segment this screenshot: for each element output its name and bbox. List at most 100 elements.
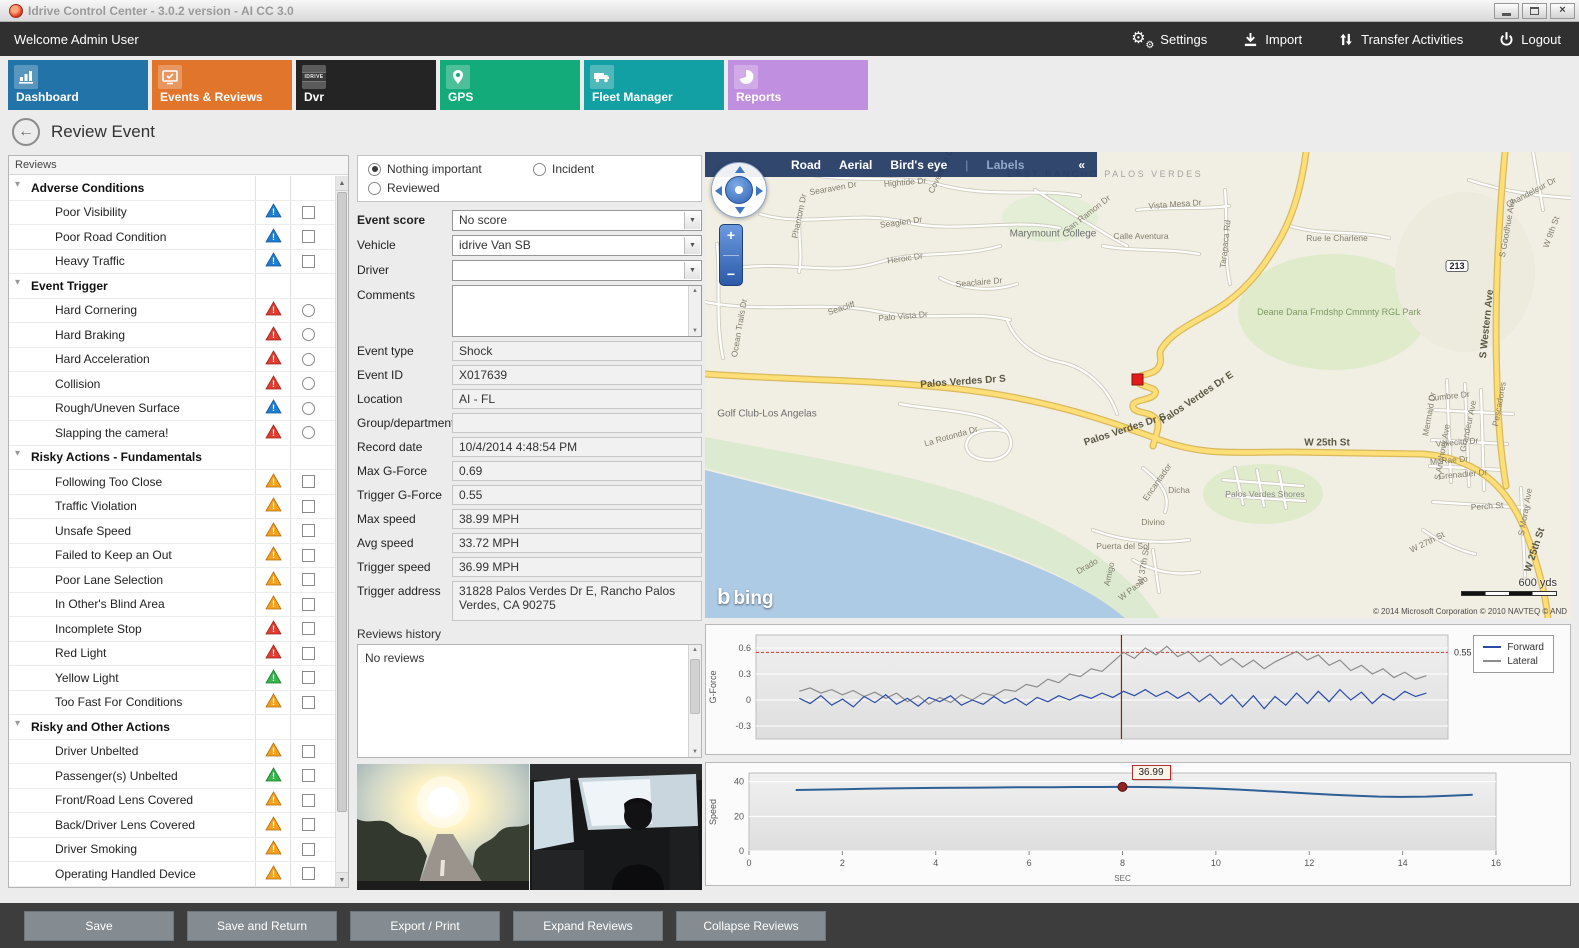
review-radio[interactable] bbox=[302, 328, 315, 341]
minimize-button[interactable] bbox=[1494, 3, 1519, 19]
review-item-rough-uneven-surface[interactable]: Rough/Uneven Surface! bbox=[9, 397, 335, 422]
save-and-return-button[interactable]: Save and Return bbox=[187, 911, 337, 941]
export-print-button[interactable]: Export / Print bbox=[350, 911, 500, 941]
driver-select[interactable]: ▼ bbox=[452, 260, 702, 281]
review-checkbox[interactable] bbox=[302, 696, 315, 709]
review-checkbox[interactable] bbox=[302, 867, 315, 880]
review-radio[interactable] bbox=[302, 377, 315, 390]
driver-camera-thumbnail[interactable] bbox=[530, 764, 702, 890]
review-item-driver-smoking[interactable]: Driver Smoking! bbox=[9, 838, 335, 863]
tab-reports[interactable]: Reports bbox=[728, 60, 868, 110]
review-checkbox[interactable] bbox=[302, 769, 315, 782]
scroll-down-icon[interactable]: ▼ bbox=[336, 872, 348, 887]
tab-gps[interactable]: GPS bbox=[440, 60, 580, 110]
chevron-down-icon[interactable]: ▼ bbox=[684, 212, 700, 229]
review-group-risky-and-other-actions[interactable]: ▾Risky and Other Actions bbox=[9, 715, 335, 740]
tab-fleet-manager[interactable]: Fleet Manager bbox=[584, 60, 724, 110]
map-view-aerial[interactable]: Aerial bbox=[839, 158, 872, 172]
pan-down-icon[interactable] bbox=[735, 207, 745, 214]
review-item-poor-road-condition[interactable]: Poor Road Condition! bbox=[9, 225, 335, 250]
event-location-marker[interactable] bbox=[1132, 374, 1143, 385]
reviews-scrollbar[interactable]: ▲ ▼ bbox=[335, 176, 348, 887]
pan-right-icon[interactable] bbox=[756, 186, 763, 196]
review-checkbox[interactable] bbox=[302, 647, 315, 660]
chevron-down-icon[interactable]: ▼ bbox=[684, 237, 700, 254]
review-checkbox[interactable] bbox=[302, 598, 315, 611]
review-item-red-light[interactable]: Red Light! bbox=[9, 642, 335, 667]
review-checkbox[interactable] bbox=[302, 500, 315, 513]
review-item-poor-visibility[interactable]: Poor Visibility! bbox=[9, 201, 335, 226]
scroll-up-icon[interactable]: ▲ bbox=[692, 647, 698, 653]
collapse-reviews-button[interactable]: Collapse Reviews bbox=[676, 911, 826, 941]
review-checkbox[interactable] bbox=[302, 745, 315, 758]
back-button[interactable]: ← bbox=[12, 118, 40, 146]
tab-events-reviews[interactable]: Events & Reviews bbox=[152, 60, 292, 110]
scrollbar[interactable]: ▲▼ bbox=[688, 286, 701, 336]
review-checkbox[interactable] bbox=[302, 818, 315, 831]
review-item-hard-cornering[interactable]: Hard Cornering! bbox=[9, 299, 335, 324]
review-group-risky-actions-fundamentals[interactable]: ▾Risky Actions - Fundamentals bbox=[9, 446, 335, 471]
review-checkbox[interactable] bbox=[302, 794, 315, 807]
review-item-hard-braking[interactable]: Hard Braking! bbox=[9, 323, 335, 348]
review-radio[interactable] bbox=[302, 353, 315, 366]
zoom-in-button[interactable]: + bbox=[727, 227, 735, 244]
pan-left-icon[interactable] bbox=[715, 186, 722, 196]
review-group-event-trigger[interactable]: ▾Event Trigger bbox=[9, 274, 335, 299]
review-checkbox[interactable] bbox=[302, 622, 315, 635]
review-checkbox[interactable] bbox=[302, 671, 315, 684]
review-checkbox[interactable] bbox=[302, 206, 315, 219]
review-item-operating-handled-device[interactable]: Operating Handled Device! bbox=[9, 862, 335, 887]
review-item-driver-unbelted[interactable]: Driver Unbelted! bbox=[9, 740, 335, 765]
classification-nothing-important[interactable]: Nothing important bbox=[368, 162, 533, 176]
zoom-out-button[interactable]: − bbox=[727, 266, 735, 283]
map-panel[interactable]: EAST RANCHO PALOS VERDESMarymount Colleg… bbox=[705, 152, 1571, 618]
review-item-clipped[interactable]: ! bbox=[9, 887, 335, 888]
map-collapse-button[interactable]: « bbox=[1078, 158, 1085, 172]
chevron-down-icon[interactable]: ▼ bbox=[684, 262, 700, 279]
review-item-in-other-s-blind-area[interactable]: In Other's Blind Area! bbox=[9, 593, 335, 618]
review-item-poor-lane-selection[interactable]: Poor Lane Selection! bbox=[9, 568, 335, 593]
classification-reviewed[interactable]: Reviewed bbox=[368, 181, 533, 195]
compass-center[interactable] bbox=[725, 176, 753, 204]
collapse-arrow-icon[interactable]: ▾ bbox=[15, 718, 20, 729]
review-item-collision[interactable]: Collision! bbox=[9, 372, 335, 397]
scroll-up-icon[interactable]: ▲ bbox=[336, 176, 348, 191]
review-item-heavy-traffic[interactable]: Heavy Traffic! bbox=[9, 250, 335, 275]
review-radio[interactable] bbox=[302, 402, 315, 415]
collapse-arrow-icon[interactable]: ▾ bbox=[15, 448, 20, 459]
map-view-road[interactable]: Road bbox=[791, 158, 821, 172]
front-camera-thumbnail[interactable] bbox=[357, 764, 529, 890]
review-item-incomplete-stop[interactable]: Incomplete Stop! bbox=[9, 617, 335, 642]
review-checkbox[interactable] bbox=[302, 255, 315, 268]
classification-incident[interactable]: Incident bbox=[533, 162, 691, 176]
review-item-too-fast-for-conditions[interactable]: Too Fast For Conditions! bbox=[9, 691, 335, 716]
comments-textarea[interactable]: ▲▼ bbox=[452, 285, 702, 337]
logout-action[interactable]: Logout bbox=[1499, 32, 1561, 47]
collapse-arrow-icon[interactable]: ▾ bbox=[15, 277, 20, 288]
scroll-down-icon[interactable]: ▼ bbox=[692, 749, 698, 755]
review-checkbox[interactable] bbox=[302, 573, 315, 586]
close-button[interactable]: × bbox=[1550, 3, 1575, 19]
review-checkbox[interactable] bbox=[302, 549, 315, 562]
review-group-adverse-conditions[interactable]: ▾Adverse Conditions bbox=[9, 176, 335, 201]
review-item-hard-acceleration[interactable]: Hard Acceleration! bbox=[9, 348, 335, 373]
review-checkbox[interactable] bbox=[302, 524, 315, 537]
event-score-select[interactable]: No score▼ bbox=[452, 210, 702, 231]
review-item-passenger-s-unbelted[interactable]: Passenger(s) Unbelted! bbox=[9, 764, 335, 789]
review-item-slapping-the-camera[interactable]: Slapping the camera!! bbox=[9, 421, 335, 446]
import-action[interactable]: Import bbox=[1243, 32, 1302, 47]
review-item-back-driver-lens-covered[interactable]: Back/Driver Lens Covered! bbox=[9, 813, 335, 838]
maximize-button[interactable] bbox=[1522, 3, 1547, 19]
review-item-unsafe-speed[interactable]: Unsafe Speed! bbox=[9, 519, 335, 544]
review-checkbox[interactable] bbox=[302, 230, 315, 243]
review-item-following-too-close[interactable]: Following Too Close! bbox=[9, 470, 335, 495]
map-view-labels[interactable]: Labels bbox=[986, 158, 1024, 172]
expand-reviews-button[interactable]: Expand Reviews bbox=[513, 911, 663, 941]
save-button[interactable]: Save bbox=[24, 911, 174, 941]
map-canvas[interactable] bbox=[705, 152, 1571, 618]
review-radio[interactable] bbox=[302, 304, 315, 317]
review-radio[interactable] bbox=[302, 426, 315, 439]
review-checkbox[interactable] bbox=[302, 843, 315, 856]
scroll-thumb[interactable] bbox=[690, 659, 700, 714]
map-view-bird-s-eye[interactable]: Bird's eye bbox=[890, 158, 947, 172]
